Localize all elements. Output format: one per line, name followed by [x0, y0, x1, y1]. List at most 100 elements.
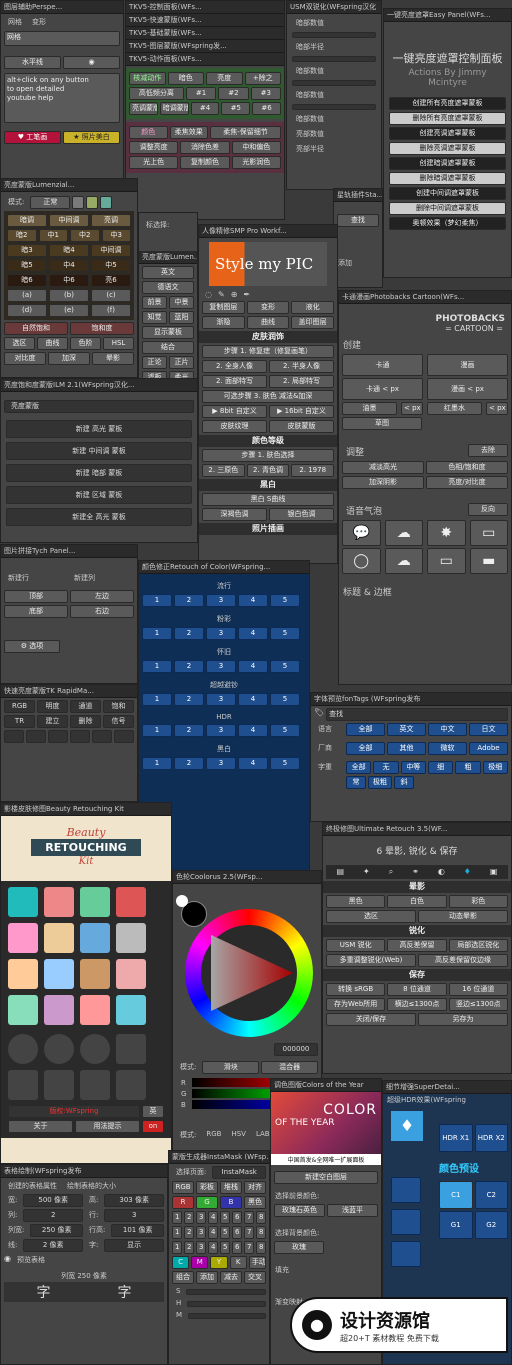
ur-btn[interactable]: 8 位通道 [387, 983, 447, 996]
smp-btn[interactable]: 液化 [291, 301, 335, 314]
im-m[interactable]: M [191, 1256, 209, 1269]
smp-btn[interactable]: 2. 半身人像 [269, 360, 334, 373]
roc-button[interactable]: 2 [174, 660, 204, 673]
smp-btn[interactable]: 变形 [246, 301, 290, 314]
new-layer-button[interactable]: 新建空白图层 [274, 1171, 378, 1184]
hdr-x1-button[interactable]: HDR X1 [439, 1124, 473, 1152]
im-r[interactable]: R [172, 1196, 194, 1209]
beauty-tool-icon[interactable] [44, 887, 74, 917]
tag-btn[interactable]: 极粗 [368, 776, 392, 789]
rh-input[interactable]: 101 像素 [111, 1224, 164, 1237]
im-k[interactable]: 黑色 [244, 1196, 266, 1209]
lum-btn[interactable]: (d) [7, 304, 47, 317]
top-button[interactable]: 顶部 [4, 590, 68, 603]
im-num[interactable]: 2 [184, 1211, 194, 1224]
tk-button[interactable]: 暗调蒙版 [159, 102, 189, 115]
show-input[interactable]: 显示 [104, 1239, 164, 1252]
im-num[interactable]: 8 [256, 1211, 266, 1224]
circle-icon[interactable] [44, 1034, 74, 1064]
tk-button[interactable]: #6 [252, 102, 281, 115]
pencil-icon[interactable] [44, 1070, 74, 1100]
lum-btn[interactable]: HSL [103, 337, 134, 350]
lum-btn[interactable]: (b) [49, 289, 89, 302]
search-icon[interactable]: ⌕ [389, 867, 393, 877]
ilm-button[interactable]: 新建 暗部 蒙板 [6, 464, 192, 482]
cartoon-btn[interactable]: < px [486, 402, 508, 415]
easy-button[interactable]: 删除中间调遮罩蒙板 [389, 202, 506, 215]
tag-btn[interactable]: 全部 [346, 742, 385, 755]
pen-icon[interactable]: ✒ [243, 290, 250, 299]
tk-button[interactable]: #5 [221, 102, 251, 115]
burst-bubble-icon[interactable]: ✸ [427, 520, 466, 546]
beauty-tool-icon[interactable] [8, 923, 38, 953]
tk-button[interactable]: #2 [218, 87, 249, 100]
gongbi-button[interactable]: ♥ 工笔画 [4, 131, 61, 144]
im-num[interactable]: 8 [256, 1226, 266, 1239]
beauty-tool-icon[interactable] [44, 959, 74, 989]
im-kk[interactable]: K [229, 1256, 247, 1269]
lum2-btn[interactable]: 英文 [142, 266, 194, 279]
beauty-tool-icon[interactable] [8, 887, 38, 917]
pencil-icon[interactable] [80, 1070, 110, 1100]
rapid-swatch[interactable] [26, 730, 46, 743]
im-num[interactable]: 5 [220, 1211, 230, 1224]
pencil-icon[interactable] [8, 1070, 38, 1100]
ur-btn[interactable]: 动态晕影 [418, 910, 508, 923]
ur-btn[interactable]: 横边≤1300点 [387, 998, 447, 1011]
lum-btn[interactable]: (c) [91, 289, 131, 302]
im-g[interactable]: G [196, 1196, 218, 1209]
lum2-btn[interactable]: 前景 [142, 296, 167, 309]
side-preset[interactable] [391, 1177, 421, 1203]
smp-btn[interactable]: 2. 全身人像 [202, 360, 267, 373]
beauty-tool-icon[interactable] [80, 923, 110, 953]
lum-btn[interactable]: 暗2 [7, 229, 37, 242]
tk-button[interactable]: #1 [185, 87, 217, 100]
tag-btn[interactable]: 无 [373, 761, 399, 774]
smp-btn[interactable]: 复制图层 [202, 301, 245, 314]
rgb-tab[interactable]: RGB [202, 1129, 225, 1141]
im-num[interactable]: 7 [244, 1211, 254, 1224]
lum-btn[interactable]: 中4 [49, 259, 89, 272]
panel-tab[interactable]: TKV5-基础蒙版(WFs... [126, 27, 284, 40]
im-num[interactable]: 8 [256, 1241, 266, 1254]
lum2-btn[interactable]: 蓝阳 [169, 311, 194, 324]
ur-btn[interactable]: 存为Web所用 [326, 998, 386, 1011]
col-input[interactable]: 2 [23, 1209, 83, 1222]
smp-btn[interactable]: 2. 局部特写 [269, 375, 334, 388]
smp-btn[interactable]: 步骤 1. 肤色选择 [202, 449, 334, 462]
im-num[interactable]: 6 [232, 1211, 242, 1224]
smp-btn[interactable]: 步骤 1. 修复痣（修复画笔） [202, 345, 334, 358]
preset-g2[interactable]: G2 [474, 1211, 508, 1239]
tk-button[interactable]: 复制颜色 [180, 156, 230, 169]
easy-button[interactable]: 删除暗调遮罩蒙板 [389, 172, 506, 185]
ln-input[interactable]: 2 像素 [23, 1239, 83, 1252]
easy-button[interactable]: 创建所有亮度遮罩蒙板 [389, 97, 506, 110]
beauty-tool-icon[interactable] [116, 887, 146, 917]
beauty-tool-icon[interactable] [80, 959, 110, 989]
cartoon-btn[interactable]: 油墨 [342, 402, 397, 415]
im-num[interactable]: 4 [208, 1211, 218, 1224]
lum2-btn[interactable]: 正论 [142, 356, 167, 369]
im-b[interactable]: B [220, 1196, 242, 1209]
beauty-tool-icon[interactable] [44, 995, 74, 1025]
ur-btn[interactable]: 竖边≤1300点 [448, 998, 508, 1011]
tk-button[interactable]: #4 [190, 102, 220, 115]
easy-button[interactable]: 创建暗调遮罩蒙板 [389, 157, 506, 170]
preview-label[interactable]: 预览表格 [13, 1254, 49, 1266]
save-icon[interactable]: ▣ [490, 867, 498, 877]
im-manual[interactable]: 手动 [248, 1256, 267, 1269]
tk-button[interactable]: 核减动作 [129, 72, 166, 85]
thought-bubble-icon[interactable]: ☁ [384, 548, 423, 574]
tk-button[interactable]: +除之 [244, 72, 281, 85]
tk-button[interactable]: 柔焦效果 [169, 126, 208, 139]
easy-button[interactable]: 创建亮调遮罩蒙板 [389, 127, 506, 140]
roc-button[interactable]: 4 [238, 627, 268, 640]
im-op[interactable]: 添加 [196, 1271, 218, 1284]
rapid-swatch[interactable] [70, 730, 90, 743]
roc-button[interactable]: 3 [206, 594, 236, 607]
lum-btn[interactable]: 中3 [101, 229, 131, 242]
smp-btn[interactable]: 2. 青色调 [246, 464, 290, 477]
lum-btn[interactable]: 饱和度 [70, 322, 134, 335]
rapid-btn[interactable]: 通道 [70, 700, 101, 713]
panel-tab[interactable]: TKV5-快速蒙版(WFs... [126, 14, 284, 27]
